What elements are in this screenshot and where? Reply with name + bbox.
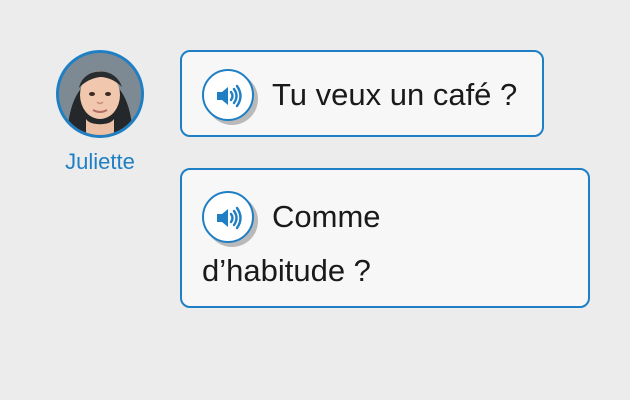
speaker-block: Juliette (56, 50, 144, 173)
message-text-2-line-1: Comme (272, 198, 381, 234)
audio-button-2[interactable] (202, 190, 254, 243)
message-line-1: Comme (202, 188, 568, 244)
message-text-2-line-2: d’habitude ? (202, 252, 371, 288)
chat-scene: Juliette Tu veux un café ? Comme d’habit… (0, 0, 630, 400)
speaker-name: Juliette (65, 149, 135, 174)
speaker-icon (217, 84, 242, 108)
message-line-2: d’habitude ? (202, 244, 568, 298)
speaker-icon (217, 206, 242, 230)
message-bubble-2: Comme d’habitude ? (180, 168, 590, 308)
avatar-portrait (59, 53, 141, 135)
avatar (56, 50, 144, 138)
message-text-1: Tu veux un café ? (272, 76, 518, 112)
message-bubble-1: Tu veux un café ? (180, 50, 544, 137)
audio-button-1[interactable] (202, 68, 254, 121)
